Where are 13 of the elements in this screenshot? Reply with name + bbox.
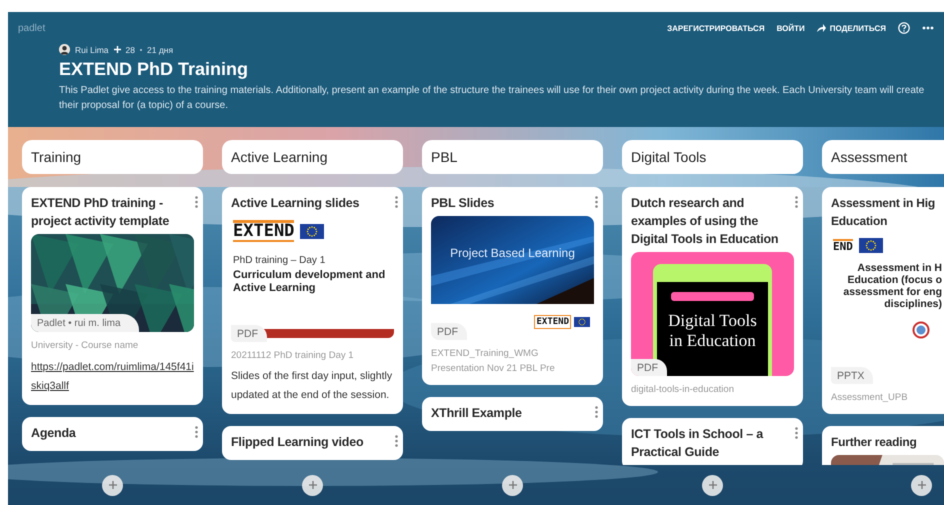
board-title: EXTEND PhD Training: [59, 58, 250, 80]
more-icon[interactable]: [922, 26, 934, 30]
help-icon[interactable]: [898, 22, 910, 34]
header-link[interactable]: ВОЙТИ: [776, 24, 805, 32]
share-button[interactable]: ПОДЕЛИТЬСЯ: [816, 24, 886, 32]
header-link[interactable]: ЗАРЕГИСТРИРОВАТЬСЯ: [667, 24, 765, 32]
plus-icon: [114, 46, 121, 53]
author-name[interactable]: Rui Lima: [75, 44, 109, 54]
avatar-icon: [59, 44, 70, 55]
board-description: This Padlet give access to the training materials. Additionally, present an example of the structure the trainees will use for their own project activity during the week. Each University team will create their proposal for (a topic) of a course.: [59, 84, 926, 113]
post-age: 21 дня: [147, 44, 174, 54]
share-icon: [816, 24, 826, 32]
like-count: 28: [126, 44, 136, 54]
